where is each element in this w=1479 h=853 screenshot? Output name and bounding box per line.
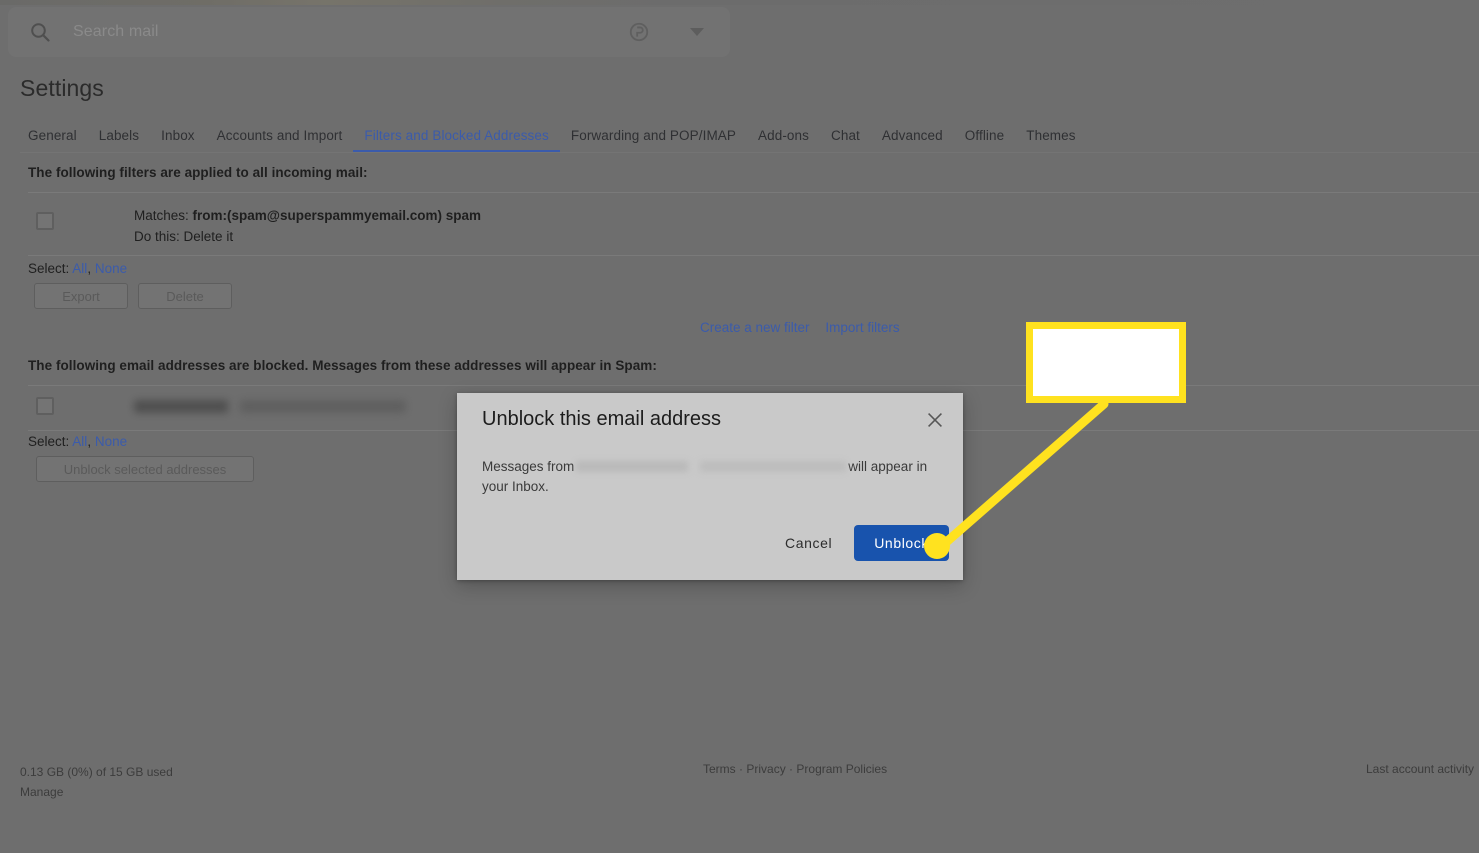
footer-links: Terms · Privacy · Program Policies (703, 762, 887, 776)
browser-chrome-sliver (0, 0, 1479, 5)
search-bar[interactable]: Search mail (8, 7, 730, 57)
filter-row: Matches: from:(spam@superspammyemail.com… (134, 205, 481, 247)
page-title: Settings (20, 75, 104, 102)
blocked-select-line: Select: All, None (28, 434, 127, 449)
divider (28, 192, 1479, 193)
filters-section-heading: The following filters are applied to all… (28, 165, 368, 180)
create-new-filter-link[interactable]: Create a new filter (700, 320, 810, 335)
footer-separator-2: · (789, 762, 793, 776)
search-input[interactable]: Search mail (73, 23, 628, 41)
import-filters-link[interactable]: Import filters (825, 320, 899, 335)
dialog-actions: Cancel Unblock (769, 525, 949, 561)
filter-action-label: Do this: (134, 229, 180, 244)
tab-forwarding-and-pop-imap[interactable]: Forwarding and POP/IMAP (560, 128, 747, 152)
tab-chat[interactable]: Chat (820, 128, 871, 152)
tab-offline[interactable]: Offline (954, 128, 1015, 152)
divider (28, 255, 1479, 256)
tab-inbox[interactable]: Inbox (150, 128, 206, 152)
filters-select-label: Select: (28, 261, 69, 276)
search-options-icon[interactable] (628, 21, 650, 43)
dialog-body-prefix: Messages from (482, 459, 574, 474)
tab-accounts-and-import[interactable]: Accounts and Import (206, 128, 354, 152)
footer-separator-1: · (739, 762, 743, 776)
annotation-callout-box: Unblock (1026, 322, 1186, 403)
filter-row-checkbox[interactable] (36, 212, 54, 230)
tab-advanced[interactable]: Advanced (871, 128, 954, 152)
filters-select-all-link[interactable]: All (72, 261, 87, 276)
filter-action-line: Do this: Delete it (134, 226, 481, 247)
program-policies-link[interactable]: Program Policies (796, 762, 887, 776)
dialog-address-redacted (576, 461, 846, 472)
dialog-title: Unblock this email address (482, 408, 721, 431)
dialog-body: Messages fromwill appear in your Inbox. (482, 457, 932, 497)
delete-button[interactable]: Delete (138, 283, 232, 309)
filter-matches-value: from:(spam@superspammyemail.com) spam (193, 208, 482, 223)
tab-labels[interactable]: Labels (88, 128, 150, 152)
filters-select-line: Select: All, None (28, 261, 127, 276)
blocked-select-label: Select: (28, 434, 69, 449)
storage-usage-text: 0.13 GB (0%) of 15 GB used (20, 762, 173, 782)
last-account-activity: Last account activity (1366, 762, 1474, 776)
cancel-button[interactable]: Cancel (769, 526, 848, 560)
tab-themes[interactable]: Themes (1015, 128, 1086, 152)
screen: Search mail Settings General Labels Inbo… (0, 0, 1479, 853)
filter-action-value: Delete it (184, 229, 234, 244)
blocked-select-all-link[interactable]: All (72, 434, 87, 449)
terms-link[interactable]: Terms (703, 762, 736, 776)
filter-matches-label: Matches: (134, 208, 189, 223)
blocked-select-separator: , (87, 434, 91, 449)
close-icon[interactable] (924, 409, 946, 431)
search-icon (28, 20, 52, 44)
footer-storage: 0.13 GB (0%) of 15 GB used Manage (20, 762, 173, 802)
blocked-section-heading: The following email addresses are blocke… (28, 358, 657, 373)
tab-filters-and-blocked-addresses[interactable]: Filters and Blocked Addresses (353, 128, 560, 152)
export-button[interactable]: Export (34, 283, 128, 309)
filters-select-none-link[interactable]: None (95, 261, 127, 276)
blocked-row-checkbox[interactable] (36, 397, 54, 415)
settings-tabs: General Labels Inbox Accounts and Import… (20, 120, 1479, 153)
filter-links: Create a new filter Import filters (700, 320, 912, 335)
tab-add-ons[interactable]: Add-ons (747, 128, 820, 152)
manage-storage-link[interactable]: Manage (20, 785, 63, 799)
divider (28, 385, 1479, 386)
blocked-select-none-link[interactable]: None (95, 434, 127, 449)
unblock-dialog: Unblock this email address Messages from… (457, 393, 963, 580)
tab-general[interactable]: General (20, 128, 88, 152)
unblock-selected-addresses-button[interactable]: Unblock selected addresses (36, 456, 254, 482)
filter-matches-line: Matches: from:(spam@superspammyemail.com… (134, 205, 481, 226)
dialog-unblock-button[interactable]: Unblock (854, 525, 949, 561)
filters-select-separator: , (87, 261, 91, 276)
chevron-down-icon[interactable] (690, 28, 704, 36)
privacy-link[interactable]: Privacy (746, 762, 785, 776)
blocked-address-redacted (134, 400, 406, 413)
